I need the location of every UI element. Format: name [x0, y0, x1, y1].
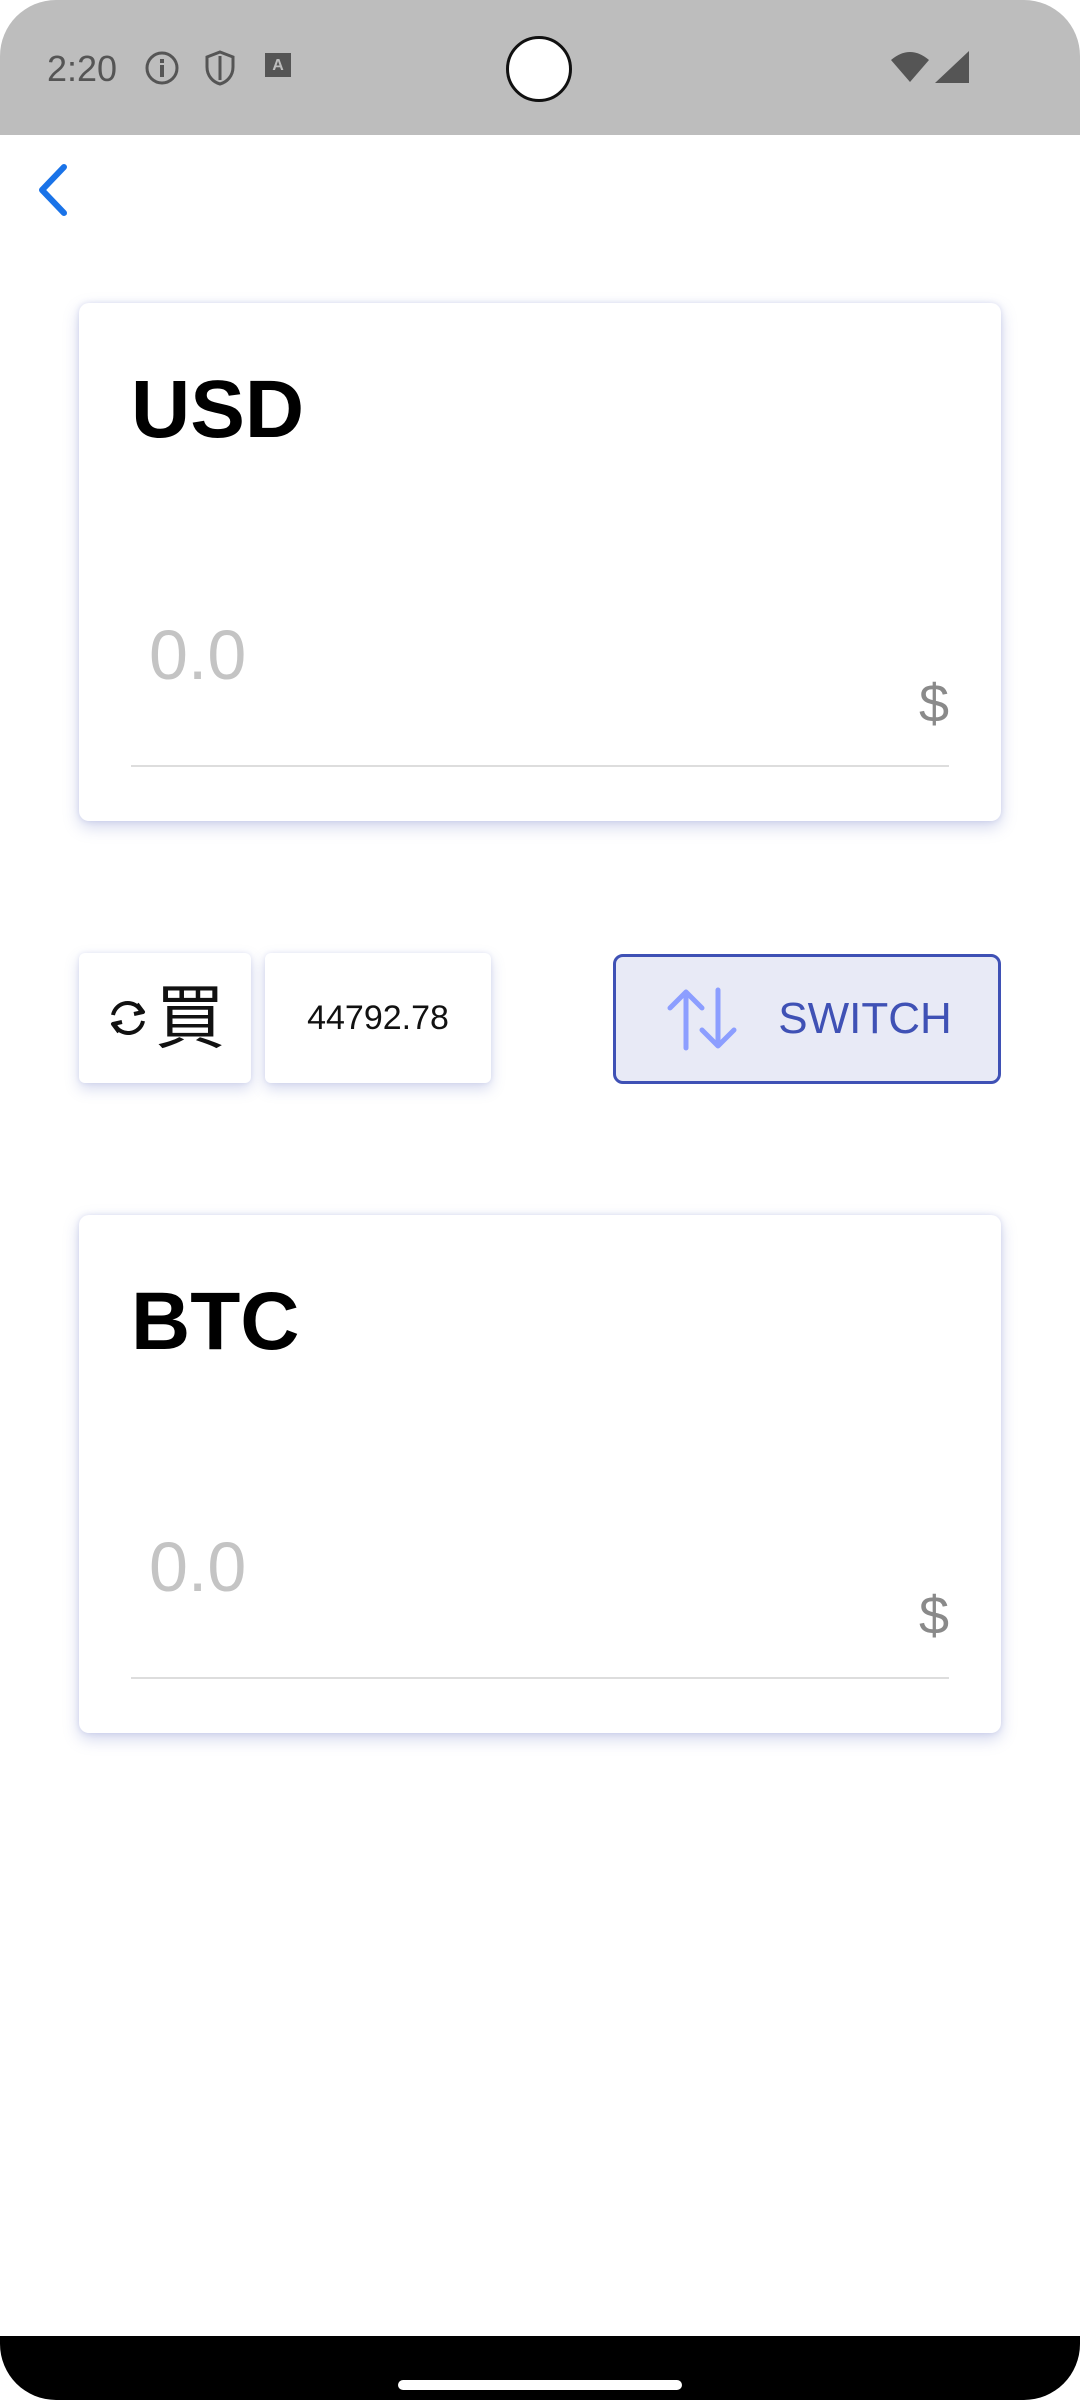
svg-text:A: A: [272, 57, 284, 74]
back-button[interactable]: [28, 160, 78, 220]
exchange-rate: 44792.78: [265, 953, 491, 1083]
chevron-left-icon: [39, 164, 67, 216]
buy-label: 買: [155, 977, 225, 1059]
status-time: 2:20: [47, 48, 118, 89]
app-screen: 2:20 A USD $: [0, 0, 1080, 2400]
switch-button[interactable]: SWITCH: [613, 954, 1001, 1084]
refresh-rate-button[interactable]: 買: [79, 953, 251, 1083]
info-icon: [144, 50, 180, 91]
from-input-underline: [131, 765, 949, 767]
shield-icon: [204, 50, 236, 91]
from-currency-symbol: $: [918, 674, 949, 734]
to-currency-card: BTC $: [79, 1215, 1001, 1733]
status-bar: 2:20 A: [0, 0, 1080, 135]
refresh-icon: [111, 1000, 145, 1036]
swap-vertical-icon: [667, 987, 737, 1051]
from-currency-card: USD $: [79, 303, 1001, 821]
home-indicator[interactable]: [398, 2380, 682, 2390]
camera-cutout: [506, 36, 572, 102]
font-icon: A: [264, 50, 292, 83]
wifi-icon: [890, 50, 930, 89]
to-input-underline: [131, 1677, 949, 1679]
navigation-bar: [0, 2336, 1080, 2400]
signal-icon: [934, 50, 970, 89]
to-currency-symbol: $: [918, 1586, 949, 1646]
to-amount-input[interactable]: [131, 1527, 949, 1607]
to-currency-title: BTC: [131, 1276, 300, 1367]
from-amount-input[interactable]: [131, 615, 949, 695]
from-currency-title: USD: [131, 364, 305, 455]
switch-label: SWITCH: [778, 994, 952, 1043]
